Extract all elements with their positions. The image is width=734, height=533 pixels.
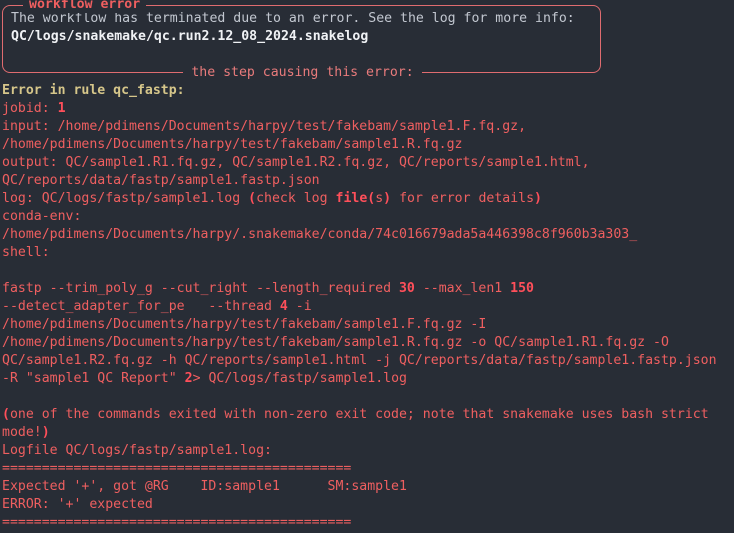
terminal-window: workflow error The workflow has terminat… — [0, 0, 734, 533]
separator-bottom: ========================================… — [2, 515, 352, 530]
error-input-line-1: input: /home/pdimens/Documents/harpy/tes… — [2, 119, 527, 134]
workflow-error-panel: workflow error The workflow has terminat… — [2, 0, 601, 80]
log-error-line-2: ERROR: '+' expected — [2, 497, 153, 512]
error-body: Error in rule qc_fastp: jobid: 1 input: … — [0, 82, 734, 532]
command-line-6-a: -R "sample1 QC Report" — [2, 371, 185, 386]
exit-message-text: one of the commands exited with non-zero… — [9, 407, 709, 422]
error-log-check: check log — [256, 191, 336, 206]
separator-top: ========================================… — [2, 461, 352, 476]
error-jobid-value: 1 — [57, 101, 66, 116]
command-line-2-b: -i — [287, 299, 312, 314]
error-rule-header: Error in rule qc_fastp: — [2, 82, 734, 100]
error-conda-env-label: conda-env: — [2, 209, 82, 224]
exit-message-text-2: mode! — [2, 425, 42, 440]
exit-message-line-2: mode!) — [2, 424, 734, 442]
command-line-2-a: --detect_adapter_for_pe --thread — [2, 299, 280, 314]
error-input-line-2: /home/pdimens/Documents/harpy/test/fakeb… — [2, 137, 463, 152]
command-line-6-b: > QC/logs/fastp/sample1.log — [192, 371, 407, 386]
error-log-rest: for error details — [391, 191, 535, 206]
panel-footer-caption: the step causing this error: — [3, 64, 602, 82]
command-line-1: fastp --trim_poly_g --cut_right --length… — [2, 280, 734, 298]
error-shell-label: shell: — [2, 245, 50, 260]
command-max-len1-value: 150 — [510, 281, 534, 296]
exit-paren-open: ( — [2, 407, 10, 422]
error-jobid-line: jobid: 1 — [2, 100, 734, 118]
command-line-5: QC/sample1.R2.fq.gz -h QC/reports/sample… — [2, 353, 717, 368]
command-redirect-fd: 2 — [184, 371, 193, 386]
error-log-paren-open: ( — [248, 191, 257, 206]
error-conda-env-path: /home/pdimens/Documents/harpy/.snakemake… — [2, 227, 638, 242]
error-output-line-2: QC/reports/data/fastp/sample1.fastp.json — [2, 173, 320, 188]
exit-message-line-1: (one of the commands exited with non-zer… — [2, 406, 734, 424]
error-log-paren3: ) — [383, 191, 392, 206]
command-line-6: -R "sample1 QC Report" 2> QC/logs/fastp/… — [2, 370, 734, 388]
exit-paren-close: ) — [41, 425, 50, 440]
command-line-1-b: --max_len1 — [414, 281, 511, 296]
error-output-line-1: output: QC/sample1.R1.fq.gz, QC/sample1.… — [2, 155, 590, 170]
error-log-prefix: log: QC/logs/fastp/sample1.log — [2, 191, 249, 206]
command-thread-value: 4 — [279, 299, 288, 314]
error-log-s: s — [375, 191, 384, 206]
command-line-1-a: fastp --trim_poly_g --cut_right --length… — [2, 281, 399, 296]
error-log-file-bold: file — [335, 191, 368, 206]
command-line-2: --detect_adapter_for_pe --thread 4 -i — [2, 298, 734, 316]
command-length-required-value: 30 — [398, 281, 415, 296]
log-error-line-1: Expected '+', got @RG ID:sample1 SM:samp… — [2, 479, 407, 494]
error-jobid-label: jobid: — [2, 101, 58, 116]
error-log-paren-close: ) — [534, 191, 542, 206]
error-rule-header-text: Error in rule qc_fastp: — [2, 83, 185, 98]
spacer-line-1 — [2, 262, 734, 280]
spacer-line-2 — [2, 388, 734, 406]
panel-logfile-path: QC/logs/snakemake/qc.run2.12_08_2024.sna… — [11, 29, 369, 44]
panel-title: workflow error — [23, 0, 147, 13]
logfile-heading: Logfile QC/logs/fastp/sample1.log: — [2, 443, 272, 458]
panel-footer-caption-text: the step causing this error: — [183, 65, 422, 80]
error-log-line: log: QC/logs/fastp/sample1.log (check lo… — [2, 190, 734, 208]
command-line-4: /home/pdimens/Documents/harpy/test/fakeb… — [2, 335, 669, 350]
command-line-3: /home/pdimens/Documents/harpy/test/fakeb… — [2, 317, 487, 332]
